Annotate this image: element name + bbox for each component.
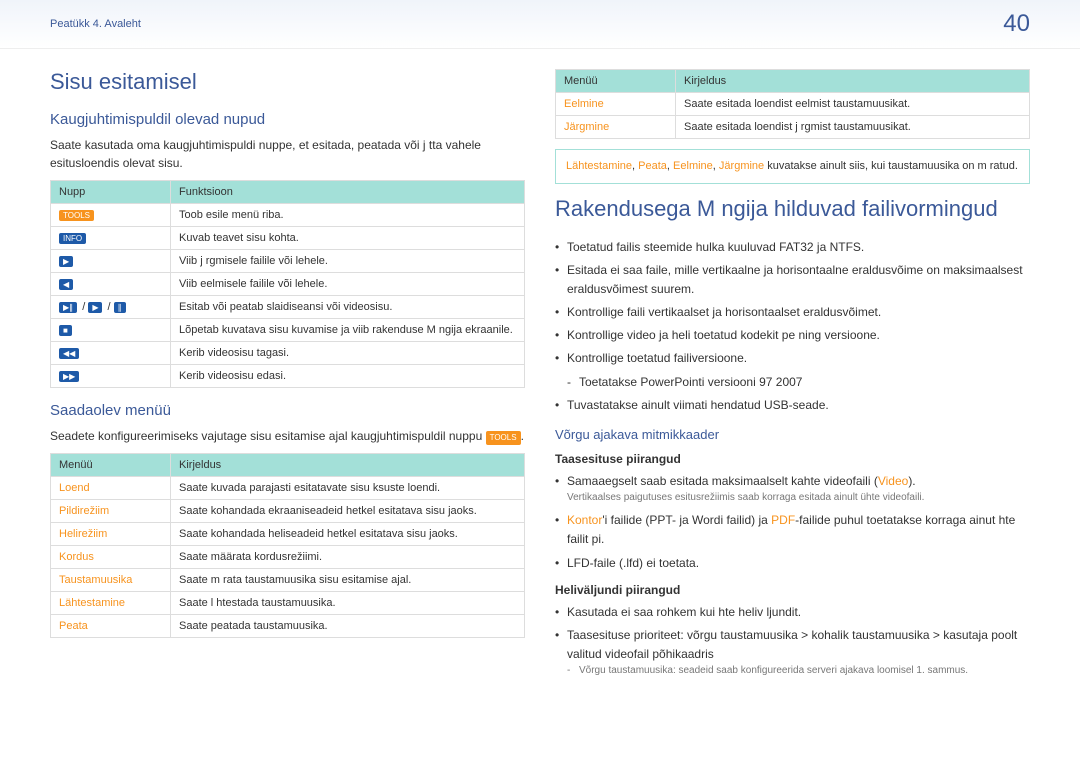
intro-text: Saate kasutada oma kaugjuhtimispuldi nup… <box>50 136 525 172</box>
table-row: EelmineSaate esitada loendist eelmist ta… <box>556 93 1030 116</box>
list-item: Kontrollige video ja heli toetatud kodek… <box>567 326 1030 345</box>
table-row: TOOLSToob esile menü riba. <box>51 204 525 227</box>
list-item: Kontrollige faili vertikaalset ja horiso… <box>567 303 1030 322</box>
table-row: TaustamuusikaSaate m rata taustamuusika … <box>51 569 525 592</box>
button-icon: ■ <box>59 325 72 336</box>
menu-table: MenüüKirjeldus LoendSaate kuvada parajas… <box>50 453 525 638</box>
menu-table-cont: MenüüKirjeldus EelmineSaate esitada loen… <box>555 69 1030 139</box>
table-row: KordusSaate määrata kordusrežiimi. <box>51 546 525 569</box>
table-row: LoendSaate kuvada parajasti esitatavate … <box>51 477 525 500</box>
table-row: ▶Viib j rgmisele failile või lehele. <box>51 250 525 273</box>
section-heading-network: Võrgu ajakava mitmikkaader <box>555 427 1030 442</box>
sub-playback: Taasesituse piirangud <box>555 452 1030 466</box>
table-row: INFOKuvab teavet sisu kohta. <box>51 227 525 250</box>
table-row: PildirežiimSaate kohandada ekraaniseadei… <box>51 500 525 523</box>
section-heading-remote: Kaugjuhtimispuldil olevad nupud <box>50 111 525 128</box>
list-item: Tuvastatakse ainult viimati hendatud USB… <box>567 396 1030 415</box>
button-table: NuppFunktsioon TOOLSToob esile menü riba… <box>50 180 525 388</box>
tools-badge: TOOLS <box>486 431 521 445</box>
audio-list: Kasutada ei saa rohkem kui hte heliv lju… <box>555 603 1030 679</box>
page-title: Sisu esitamisel <box>50 69 525 95</box>
section-heading-menu: Saadaolev menüü <box>50 402 525 419</box>
table-row: ▶∥ / ▶ / ∥Esitab või peatab slaidiseansi… <box>51 296 525 319</box>
button-icon: ▶ <box>59 256 73 267</box>
section-heading-formats: Rakendusega M ngija hilduvad failivormin… <box>555 196 1030 222</box>
playback-list: Samaaegselt saab esitada maksimaalselt k… <box>555 472 1030 573</box>
page-number: 40 <box>1003 10 1030 38</box>
table-row: HelirežiimSaate kohandada heliseadeid he… <box>51 523 525 546</box>
list-item: Esitada ei saa faile, mille vertikaalne … <box>567 261 1030 299</box>
menu-intro: Seadete konfigureerimiseks vajutage sisu… <box>50 427 525 445</box>
table-row: LähtestamineSaate l htestada taustamuusi… <box>51 592 525 615</box>
table-row: PeataSaate peatada taustamuusika. <box>51 615 525 638</box>
button-icon: TOOLS <box>59 210 94 221</box>
breadcrumb: Peatükk 4. Avaleht <box>50 18 141 30</box>
list-item: Kontrollige toetatud failiversioone. <box>567 349 1030 368</box>
table-row: JärgmineSaate esitada loendist j rgmist … <box>556 116 1030 139</box>
format-list: Toetatud failis steemide hulka kuuluvad … <box>555 238 1030 416</box>
button-icon: ◀◀ <box>59 348 79 359</box>
button-icon: ◀ <box>59 279 73 290</box>
table-row: ▶▶Kerib videosisu edasi. <box>51 365 525 388</box>
button-icon: ▶∥ <box>59 302 77 313</box>
button-icon: ▶▶ <box>59 371 79 382</box>
button-icon: ∥ <box>114 302 126 313</box>
list-item: Toetatud failis steemide hulka kuuluvad … <box>567 238 1030 257</box>
table-row: ◀◀Kerib videosisu tagasi. <box>51 342 525 365</box>
table-row: ■Lõpetab kuvatava sisu kuvamise ja viib … <box>51 319 525 342</box>
sub-audio: Heliväljundi piirangud <box>555 583 1030 597</box>
button-icon: ▶ <box>88 302 102 313</box>
button-icon: INFO <box>59 233 86 244</box>
info-box: Lähtestamine, Peata, Eelmine, Järgmine k… <box>555 149 1030 184</box>
table-row: ◀Viib eelmisele failile või lehele. <box>51 273 525 296</box>
